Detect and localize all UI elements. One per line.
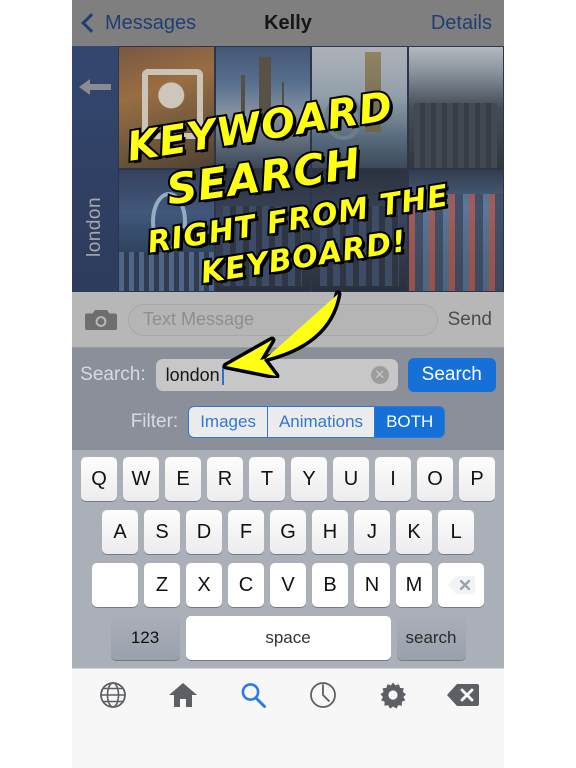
category-rail[interactable]: london: [72, 46, 118, 292]
key-k[interactable]: K: [396, 510, 432, 554]
clock-icon[interactable]: [299, 675, 347, 715]
filter-option-both[interactable]: BOTH: [375, 407, 445, 437]
filter-label: Filter:: [130, 411, 179, 432]
key-u[interactable]: U: [333, 457, 369, 501]
bottom-toolbar: [72, 668, 504, 721]
gear-icon[interactable]: [369, 675, 417, 715]
delete-icon[interactable]: [439, 675, 487, 715]
image-grid-row: [118, 46, 504, 169]
key-a[interactable]: A: [102, 510, 138, 554]
back-to-messages-button[interactable]: Messages: [81, 11, 197, 35]
key-o[interactable]: O: [417, 457, 453, 501]
keyboard-row-2: A S D F G H J K L: [75, 510, 501, 554]
key-c[interactable]: C: [228, 563, 264, 607]
key-r[interactable]: R: [207, 457, 243, 501]
back-button-label: Messages: [105, 11, 197, 34]
arrow-left-icon[interactable]: [78, 76, 112, 98]
image-thumbnail[interactable]: [407, 169, 504, 292]
search-input-value: london: [165, 364, 220, 385]
search-panel: Search: london ✕ Search Filter: Images A…: [72, 348, 504, 450]
search-label: Search:: [80, 364, 146, 385]
key-m[interactable]: M: [396, 563, 432, 607]
image-thumbnail[interactable]: [311, 46, 408, 169]
key-i[interactable]: I: [375, 457, 411, 501]
shift-up-icon[interactable]: [92, 563, 138, 607]
key-e[interactable]: E: [165, 457, 201, 501]
key-d[interactable]: D: [186, 510, 222, 554]
key-q[interactable]: Q: [81, 457, 117, 501]
send-button[interactable]: Send: [448, 309, 492, 331]
chevron-left-icon: [81, 13, 101, 33]
search-input[interactable]: london ✕: [155, 359, 398, 391]
key-h[interactable]: H: [312, 510, 348, 554]
key-x[interactable]: X: [186, 563, 222, 607]
message-input-bar: Text Message Send: [72, 292, 504, 348]
onscreen-keyboard: Q W E R T Y U I O P A S D F G H J K L Z: [72, 450, 504, 668]
clear-circle-icon[interactable]: ✕: [370, 366, 389, 384]
filter-segmented-control: Images Animations BOTH: [188, 406, 446, 438]
navigation-bar: Messages Kelly Details: [72, 0, 504, 46]
search-row: Search: london ✕ Search: [72, 358, 504, 392]
key-l[interactable]: L: [438, 510, 474, 554]
phone-screen: Messages Kelly Details london Text Messa…: [72, 0, 504, 768]
key-j[interactable]: J: [354, 510, 390, 554]
key-n[interactable]: N: [354, 563, 390, 607]
text-message-placeholder: Text Message: [143, 309, 255, 329]
key-s[interactable]: S: [144, 510, 180, 554]
filter-option-animations[interactable]: Animations: [267, 407, 376, 437]
text-message-input[interactable]: Text Message: [128, 303, 438, 336]
search-icon[interactable]: [229, 675, 277, 715]
key-w[interactable]: W: [123, 457, 159, 501]
details-button[interactable]: Details: [431, 12, 492, 35]
keyboard-row-4: 123 space search: [75, 616, 501, 660]
image-thumbnail[interactable]: [118, 46, 215, 169]
image-thumbnail[interactable]: [407, 46, 504, 169]
image-results-panel: london: [72, 46, 504, 292]
image-thumbnail[interactable]: [118, 169, 215, 292]
numbers-key[interactable]: 123: [110, 616, 180, 660]
image-thumbnail[interactable]: [311, 169, 408, 292]
space-key[interactable]: space: [185, 616, 391, 660]
image-thumbnail[interactable]: [214, 46, 311, 169]
key-f[interactable]: F: [228, 510, 264, 554]
key-z[interactable]: Z: [144, 563, 180, 607]
key-t[interactable]: T: [249, 457, 285, 501]
key-y[interactable]: Y: [291, 457, 327, 501]
text-caret: [221, 365, 224, 385]
filter-option-images[interactable]: Images: [189, 407, 268, 437]
camera-icon[interactable]: [84, 307, 118, 333]
key-b[interactable]: B: [312, 563, 348, 607]
key-g[interactable]: G: [270, 510, 306, 554]
globe-icon[interactable]: [89, 675, 137, 715]
backspace-icon[interactable]: [438, 563, 484, 607]
key-v[interactable]: V: [270, 563, 306, 607]
search-key[interactable]: search: [396, 616, 466, 660]
key-p[interactable]: P: [459, 457, 495, 501]
home-icon[interactable]: [159, 675, 207, 715]
category-rail-label: london: [84, 196, 105, 258]
image-thumbnail[interactable]: [214, 169, 311, 292]
image-grid-row: [118, 169, 504, 292]
search-button[interactable]: Search: [407, 358, 496, 392]
image-grid: [118, 46, 504, 292]
keyboard-row-3: Z X C V B N M: [75, 563, 501, 607]
filter-row: Filter: Images Animations BOTH: [72, 406, 504, 438]
keyboard-row-1: Q W E R T Y U I O P: [75, 457, 501, 501]
